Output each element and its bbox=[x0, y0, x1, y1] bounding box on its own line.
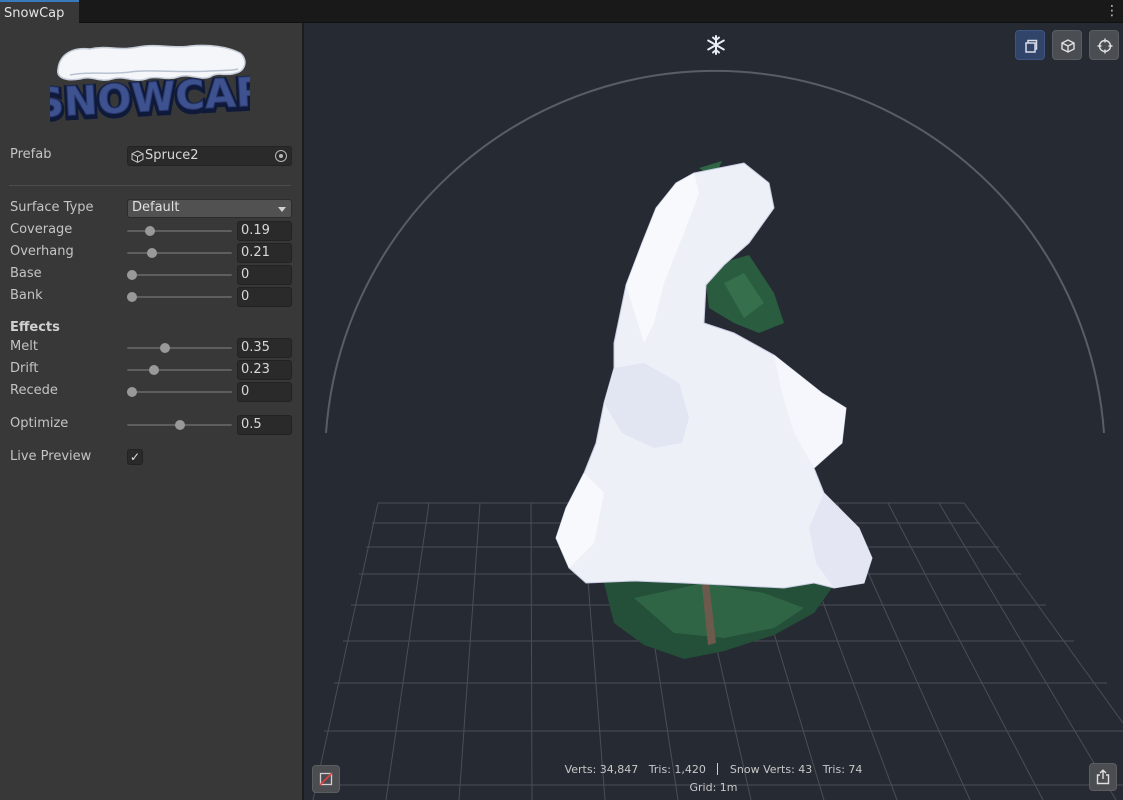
slider-track bbox=[127, 230, 232, 232]
prefab-field[interactable]: Spruce2 bbox=[127, 146, 292, 166]
inspector-panel: SNOWCAP SNOWCAP Prefab Spruce2 Surface T… bbox=[0, 23, 303, 800]
drift-slider[interactable] bbox=[127, 360, 232, 380]
export-icon bbox=[1096, 769, 1110, 785]
disable-render-button[interactable] bbox=[312, 765, 340, 793]
frame-view-button[interactable] bbox=[1015, 30, 1045, 60]
melt-input[interactable]: 0.35 bbox=[237, 338, 292, 358]
drift-label: Drift bbox=[10, 361, 39, 376]
cube-icon bbox=[1061, 39, 1075, 53]
melt-row: Melt 0.35 bbox=[10, 338, 292, 358]
base-label: Base bbox=[10, 266, 42, 281]
base-slider[interactable] bbox=[127, 265, 232, 285]
recede-slider[interactable] bbox=[127, 382, 232, 402]
overhang-input[interactable]: 0.21 bbox=[237, 243, 292, 263]
bank-input[interactable]: 0 bbox=[237, 287, 292, 307]
scene-render bbox=[312, 69, 1123, 800]
melt-slider[interactable] bbox=[127, 338, 232, 358]
tab-snowcap[interactable]: SnowCap bbox=[0, 0, 79, 23]
crosshair-icon bbox=[1097, 38, 1113, 54]
disable-render-icon bbox=[319, 772, 333, 786]
prefab-row: Prefab Spruce2 bbox=[10, 146, 292, 166]
live-preview-checkbox[interactable]: ✓ bbox=[127, 449, 143, 465]
slider-thumb[interactable] bbox=[174, 420, 185, 430]
slider-track bbox=[127, 274, 232, 276]
melt-label: Melt bbox=[10, 339, 38, 354]
snowflake-icon[interactable] bbox=[705, 34, 727, 56]
slider-thumb[interactable] bbox=[127, 270, 137, 280]
slider-track bbox=[127, 369, 232, 371]
drift-row: Drift 0.23 bbox=[10, 360, 292, 380]
stats-tris: Tris: 1,420 bbox=[648, 763, 706, 776]
coverage-row: Coverage 0.19 bbox=[10, 221, 292, 241]
optimize-row: Optimize 0.5 bbox=[10, 415, 292, 435]
overhang-slider[interactable] bbox=[127, 243, 232, 263]
slider-thumb[interactable] bbox=[145, 226, 156, 236]
slider-thumb[interactable] bbox=[160, 343, 171, 353]
section-divider bbox=[9, 185, 291, 186]
base-row: Base 0 bbox=[10, 265, 292, 285]
base-input[interactable]: 0 bbox=[237, 265, 292, 285]
effects-heading: Effects bbox=[10, 320, 60, 335]
slider-thumb[interactable] bbox=[146, 248, 157, 258]
recede-input[interactable]: 0 bbox=[237, 382, 292, 402]
slider-track bbox=[127, 252, 232, 254]
mesh-stats: Verts: 34,847 Tris: 1,420 Snow Verts: 43… bbox=[304, 763, 1123, 776]
focus-button[interactable] bbox=[1089, 30, 1119, 60]
surface-type-label: Surface Type bbox=[10, 200, 94, 215]
snow-mesh bbox=[555, 162, 873, 589]
surface-type-value: Default bbox=[132, 200, 180, 215]
slider-track bbox=[127, 296, 232, 298]
grid-size-readout: Grid: 1m bbox=[689, 781, 738, 794]
stats-snow-verts: Snow Verts: 43 bbox=[729, 763, 813, 776]
overhang-row: Overhang 0.21 bbox=[10, 243, 292, 263]
kebab-menu-icon[interactable]: ⋮ bbox=[1105, 4, 1119, 18]
object-picker-icon[interactable] bbox=[275, 150, 287, 162]
stats-snow-tris: Tris: 74 bbox=[822, 763, 863, 776]
bank-label: Bank bbox=[10, 288, 43, 303]
recede-label: Recede bbox=[10, 383, 58, 398]
stats-separator bbox=[717, 763, 719, 775]
live-preview-label: Live Preview bbox=[10, 449, 92, 464]
drift-input[interactable]: 0.23 bbox=[237, 360, 292, 380]
recede-row: Recede 0 bbox=[10, 382, 292, 402]
coverage-label: Coverage bbox=[10, 222, 73, 237]
tab-bar: SnowCap ⋮ bbox=[0, 0, 1123, 23]
frame-icon bbox=[1025, 39, 1038, 53]
slider-thumb[interactable] bbox=[148, 365, 159, 375]
live-preview-row: Live Preview ✓ bbox=[10, 448, 292, 468]
snowcap-logo: SNOWCAP SNOWCAP bbox=[50, 44, 250, 123]
slider-thumb[interactable] bbox=[127, 292, 137, 302]
prefab-value: Spruce2 bbox=[145, 148, 199, 163]
coverage-slider[interactable] bbox=[127, 221, 232, 241]
export-button[interactable] bbox=[1089, 763, 1117, 791]
surface-type-dropdown[interactable]: Default bbox=[127, 199, 292, 218]
cube-view-button[interactable] bbox=[1052, 30, 1082, 60]
slider-thumb[interactable] bbox=[127, 387, 137, 397]
prefab-cube-icon bbox=[131, 150, 144, 163]
bank-row: Bank 0 bbox=[10, 287, 292, 307]
bank-slider[interactable] bbox=[127, 287, 232, 307]
stats-verts: Verts: 34,847 bbox=[564, 763, 639, 776]
optimize-input[interactable]: 0.5 bbox=[237, 415, 292, 435]
slider-track bbox=[127, 391, 232, 393]
optimize-label: Optimize bbox=[10, 416, 69, 431]
chevron-down-icon bbox=[278, 207, 286, 212]
surface-type-row: Surface Type Default bbox=[10, 199, 292, 219]
scene-viewport[interactable]: Verts: 34,847 Tris: 1,420 Snow Verts: 43… bbox=[304, 23, 1123, 800]
overhang-label: Overhang bbox=[10, 244, 74, 259]
prefab-label: Prefab bbox=[10, 147, 52, 162]
slider-track bbox=[127, 347, 232, 349]
coverage-input[interactable]: 0.19 bbox=[237, 221, 292, 241]
optimize-slider[interactable] bbox=[127, 415, 232, 435]
